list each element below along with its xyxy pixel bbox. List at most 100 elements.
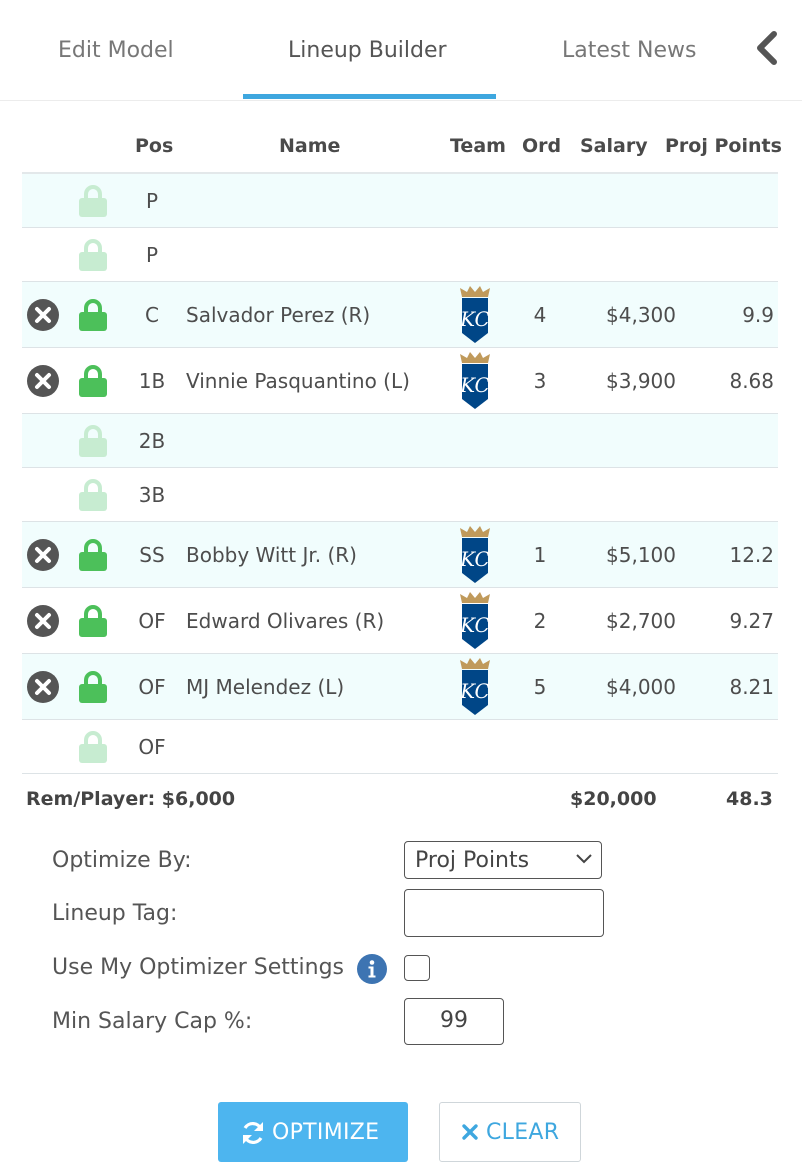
row-proj-points: 9.27 bbox=[729, 608, 774, 633]
team-logo-icon: KC bbox=[458, 525, 492, 585]
min-salary-cap-label: Min Salary Cap %: bbox=[52, 1009, 253, 1034]
close-icon bbox=[462, 1124, 478, 1140]
row-position: P bbox=[145, 188, 159, 213]
lineup-tag-label: Lineup Tag: bbox=[52, 901, 178, 926]
row-proj-points: 9.9 bbox=[742, 302, 774, 327]
row-proj-points: 8.21 bbox=[729, 674, 774, 699]
lock-icon[interactable] bbox=[78, 538, 108, 572]
use-optimizer-settings-checkbox[interactable] bbox=[404, 955, 430, 981]
optimize-by-select[interactable]: Proj Points bbox=[404, 841, 602, 879]
row-salary: $2,700 bbox=[606, 608, 676, 633]
team-logo-icon: KC bbox=[458, 351, 492, 411]
row-salary: $4,000 bbox=[606, 674, 676, 699]
lock-icon[interactable] bbox=[78, 478, 108, 512]
row-position: 2B bbox=[138, 428, 166, 453]
use-optimizer-settings-label: Use My Optimizer Settings bbox=[52, 955, 345, 980]
table-header: Pos Name Team Ord Salary Proj Points bbox=[22, 122, 782, 174]
table-row: OF MJ Melendez (L) KC 5 $4,000 8.21 bbox=[22, 654, 778, 720]
row-position: C bbox=[145, 302, 159, 327]
table-row: OF bbox=[22, 720, 778, 774]
svg-text:KC: KC bbox=[459, 679, 490, 703]
team-logo-icon: KC bbox=[458, 285, 492, 345]
info-icon[interactable] bbox=[357, 954, 387, 984]
lock-icon[interactable] bbox=[78, 424, 108, 458]
row-order: 3 bbox=[533, 368, 547, 393]
row-order: 2 bbox=[533, 608, 547, 633]
optimize-by-value: Proj Points bbox=[415, 848, 530, 873]
table-row: P bbox=[22, 174, 778, 228]
tab-edit-model[interactable]: Edit Model bbox=[58, 38, 174, 63]
optimize-by-label: Optimize By: bbox=[52, 848, 192, 873]
row-salary: $4,300 bbox=[606, 302, 676, 327]
svg-text:KC: KC bbox=[459, 547, 490, 571]
table-body: P P C Salvador Perez (R) KC 4 $4,300 9.9 1B Vinni… bbox=[22, 174, 778, 774]
table-row: 1B Vinnie Pasquantino (L) KC 3 $3,900 8.68 bbox=[22, 348, 778, 414]
row-position: OF bbox=[138, 674, 166, 699]
lock-icon[interactable] bbox=[78, 298, 108, 332]
total-points: 48.3 bbox=[726, 788, 773, 810]
team-logo-icon: KC bbox=[458, 591, 492, 651]
remove-player-icon[interactable] bbox=[26, 298, 60, 332]
clear-button[interactable]: CLEAR bbox=[439, 1102, 581, 1162]
row-proj-points: 8.68 bbox=[729, 368, 774, 393]
svg-text:KC: KC bbox=[459, 307, 490, 331]
table-row: C Salvador Perez (R) KC 4 $4,300 9.9 bbox=[22, 282, 778, 348]
row-player-name[interactable]: Salvador Perez (R) bbox=[186, 303, 370, 327]
table-row: OF Edward Olivares (R) KC 2 $2,700 9.27 bbox=[22, 588, 778, 654]
remove-player-icon[interactable] bbox=[26, 604, 60, 638]
lock-icon[interactable] bbox=[78, 238, 108, 272]
row-order: 1 bbox=[533, 542, 547, 567]
remaining-per-player: Rem/Player: $6,000 bbox=[26, 788, 236, 810]
row-order: 4 bbox=[533, 302, 547, 327]
remove-player-icon[interactable] bbox=[26, 538, 60, 572]
tab-latest-news[interactable]: Latest News bbox=[562, 38, 696, 63]
lock-icon[interactable] bbox=[78, 604, 108, 638]
table-row: 2B bbox=[22, 414, 778, 468]
remove-player-icon[interactable] bbox=[26, 364, 60, 398]
lock-icon[interactable] bbox=[78, 670, 108, 704]
header-name: Name bbox=[279, 135, 341, 157]
header-proj-points: Proj Points bbox=[665, 135, 782, 157]
min-salary-cap-input[interactable]: 99 bbox=[404, 998, 504, 1045]
chevron-down-icon bbox=[576, 854, 592, 864]
row-position: P bbox=[145, 242, 159, 267]
row-player-name[interactable]: Vinnie Pasquantino (L) bbox=[186, 369, 410, 393]
table-row: 3B bbox=[22, 468, 778, 522]
header-salary: Salary bbox=[580, 135, 648, 157]
header-pos: Pos bbox=[135, 135, 174, 157]
tab-bar: Edit Model Lineup Builder Latest News bbox=[0, 0, 802, 101]
tab-lineup-builder[interactable]: Lineup Builder bbox=[288, 38, 447, 63]
row-position: 3B bbox=[138, 482, 166, 507]
row-salary: $3,900 bbox=[606, 368, 676, 393]
team-logo-icon: KC bbox=[458, 657, 492, 717]
active-tab-indicator bbox=[243, 94, 496, 99]
optimize-button[interactable]: OPTIMIZE bbox=[218, 1102, 408, 1162]
svg-text:KC: KC bbox=[459, 613, 490, 637]
table-row: SS Bobby Witt Jr. (R) KC 1 $5,100 12.2 bbox=[22, 522, 778, 588]
remove-player-icon[interactable] bbox=[26, 670, 60, 704]
row-salary: $5,100 bbox=[606, 542, 676, 567]
lock-icon[interactable] bbox=[78, 184, 108, 218]
lock-icon[interactable] bbox=[78, 364, 108, 398]
chevron-left-icon[interactable] bbox=[754, 30, 780, 66]
optimize-button-label: OPTIMIZE bbox=[272, 1120, 380, 1145]
svg-text:KC: KC bbox=[459, 373, 490, 397]
clear-button-label: CLEAR bbox=[486, 1120, 560, 1145]
row-position: 1B bbox=[138, 368, 166, 393]
row-position: SS bbox=[139, 542, 165, 567]
lineup-tag-input[interactable] bbox=[404, 889, 604, 937]
row-player-name[interactable]: Bobby Witt Jr. (R) bbox=[186, 543, 357, 567]
row-player-name[interactable]: Edward Olivares (R) bbox=[186, 609, 384, 633]
row-order: 5 bbox=[533, 674, 547, 699]
row-proj-points: 12.2 bbox=[729, 542, 774, 567]
row-player-name[interactable]: MJ Melendez (L) bbox=[186, 675, 344, 699]
row-position: OF bbox=[138, 734, 166, 759]
row-position: OF bbox=[138, 608, 166, 633]
lineup-table: Pos Name Team Ord Salary Proj Points PPC… bbox=[22, 122, 782, 774]
table-row: P bbox=[22, 228, 778, 282]
refresh-icon bbox=[243, 1122, 263, 1144]
totals-row: Rem/Player: $6,000 $20,000 48.3 bbox=[26, 788, 778, 816]
header-team: Team bbox=[450, 135, 506, 157]
lock-icon[interactable] bbox=[78, 730, 108, 764]
header-ord: Ord bbox=[522, 135, 562, 157]
